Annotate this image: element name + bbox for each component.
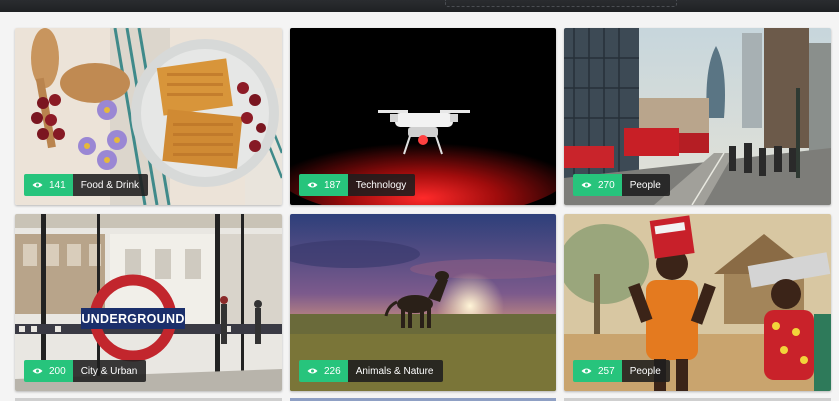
card-badge: 187 Technology: [299, 174, 416, 196]
search-bar-edge[interactable]: [445, 0, 677, 7]
card-badge: 270 People: [573, 174, 670, 196]
views-count: 257: [573, 360, 622, 382]
views-number: 257: [598, 365, 615, 377]
card-badge: 226 Animals & Nature: [299, 360, 443, 382]
category-label[interactable]: Animals & Nature: [347, 360, 443, 382]
card-badge: 200 City & Urban: [24, 360, 147, 382]
views-number: 200: [49, 365, 66, 377]
photo-card-animals-nature[interactable]: 226 Animals & Nature: [290, 214, 556, 391]
views-count: 141: [24, 174, 73, 196]
card-badge: 141 Food & Drink: [24, 174, 149, 196]
eye-icon: [581, 182, 592, 188]
eye-icon: [307, 182, 318, 188]
category-label[interactable]: Food & Drink: [72, 174, 149, 196]
eye-icon: [307, 368, 318, 374]
photo-card-city-urban[interactable]: UNDERGROUND 200 City & Urban: [15, 214, 282, 391]
views-count: 200: [24, 360, 73, 382]
category-label[interactable]: Technology: [347, 174, 416, 196]
category-label[interactable]: People: [621, 360, 670, 382]
photo-card-technology[interactable]: 187 Technology: [290, 28, 556, 205]
eye-icon: [32, 368, 43, 374]
eye-icon: [32, 182, 43, 188]
eye-icon: [581, 368, 592, 374]
photo-card-people-children[interactable]: 257 People: [564, 214, 831, 391]
views-count: 270: [573, 174, 622, 196]
card-badge: 257 People: [573, 360, 670, 382]
views-count: 187: [299, 174, 348, 196]
top-header-bar: [0, 0, 839, 12]
photo-card-food-drink[interactable]: 141 Food & Drink: [15, 28, 282, 205]
category-label[interactable]: City & Urban: [72, 360, 147, 382]
views-number: 270: [598, 179, 615, 191]
views-count: 226: [299, 360, 348, 382]
views-number: 187: [324, 179, 341, 191]
views-number: 141: [49, 179, 66, 191]
category-label[interactable]: People: [621, 174, 670, 196]
photo-card-people[interactable]: 270 People: [564, 28, 831, 205]
views-number: 226: [324, 365, 341, 377]
underground-sign-text: UNDERGROUND: [81, 312, 184, 326]
